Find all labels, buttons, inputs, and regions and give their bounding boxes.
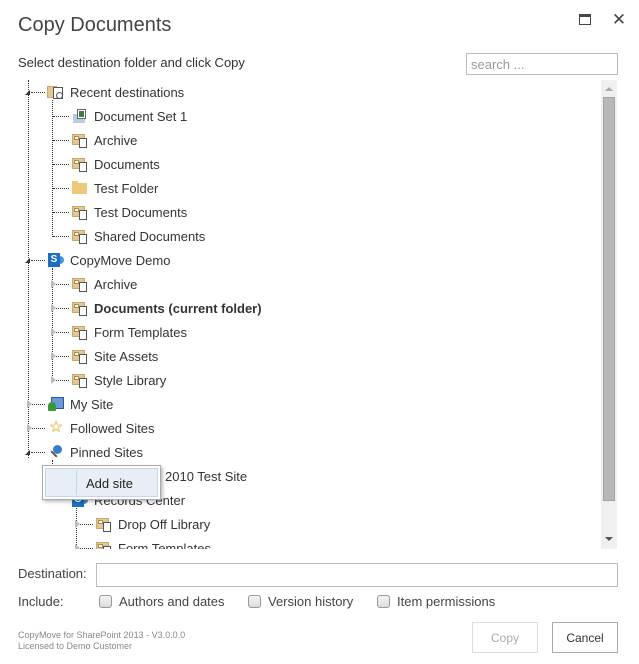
pin-icon (47, 444, 65, 460)
close-icon: ✕ (611, 10, 627, 29)
library-icon (71, 372, 89, 388)
tree-line (53, 236, 69, 237)
include-label: Include: (18, 594, 64, 609)
library-icon (71, 300, 89, 316)
scroll-up-arrow-icon[interactable] (605, 87, 613, 91)
collapse-toggle[interactable] (25, 258, 30, 263)
maximize-icon (579, 14, 591, 25)
tree-node-document-set-1[interactable]: Document Set 1 (71, 106, 187, 126)
tree-node-documents-recent[interactable]: Documents (71, 154, 160, 174)
product-version: CopyMove for SharePoint 2013 - V3.0.0.0 (18, 630, 186, 640)
library-icon (71, 324, 89, 340)
tree-line (56, 284, 69, 285)
tree-line (56, 380, 69, 381)
tree-node-archive[interactable]: Archive (71, 274, 137, 294)
cancel-button[interactable]: Cancel (552, 622, 618, 653)
maximize-button[interactable] (578, 12, 594, 28)
recent-destinations-icon (47, 84, 65, 100)
collapse-toggle[interactable] (25, 90, 30, 95)
tree-line (32, 404, 45, 405)
authors-and-dates-label[interactable]: Authors and dates (119, 594, 225, 609)
library-icon (71, 348, 89, 364)
tree-line (53, 188, 69, 189)
tree-node-form-templates-records[interactable]: Form Templates (95, 538, 211, 549)
library-icon (95, 540, 113, 549)
library-icon (71, 228, 89, 244)
tree-node-style-library[interactable]: Style Library (71, 370, 166, 390)
context-menu-item-add-site[interactable]: Add site (45, 468, 158, 497)
scroll-down-arrow-icon[interactable] (605, 537, 613, 541)
tree-line (31, 92, 45, 93)
library-icon (71, 276, 89, 292)
tree-node-my-site[interactable]: My Site (47, 394, 113, 414)
tree-line (53, 116, 69, 117)
tree-line (52, 100, 53, 237)
tree-line (56, 332, 69, 333)
tree-node-test-documents[interactable]: Test Documents (71, 202, 187, 222)
tree-node-test-folder[interactable]: Test Folder (71, 178, 158, 198)
instruction-text: Select destination folder and click Copy (18, 55, 245, 70)
add-site-label: Add site (86, 476, 133, 491)
tree-node-drop-off-library[interactable]: Drop Off Library (95, 514, 210, 534)
tree-node-site-assets[interactable]: Site Assets (71, 346, 158, 366)
tree-node-copymove-demo[interactable]: S CopyMove Demo (47, 250, 170, 270)
footer-info: CopyMove for SharePoint 2013 - V3.0.0.0 … (18, 630, 185, 652)
tree-line (76, 508, 77, 549)
menu-separator (76, 470, 77, 495)
tree-line (80, 548, 93, 549)
library-icon (71, 156, 89, 172)
dialog-title: Copy Documents (18, 14, 172, 36)
version-history-checkbox[interactable] (248, 595, 261, 608)
library-icon (71, 204, 89, 220)
tree-node-documents-current[interactable]: Documents (current folder) (71, 298, 262, 318)
tree-node-form-templates[interactable]: Form Templates (71, 322, 187, 342)
destination-label: Destination: (18, 566, 87, 581)
tree-line (31, 260, 45, 261)
tree-line (32, 428, 45, 429)
tree-line (56, 308, 69, 309)
context-menu: Add site (42, 465, 161, 500)
version-history-label[interactable]: Version history (268, 594, 353, 609)
item-permissions-label[interactable]: Item permissions (397, 594, 495, 609)
tree-line (53, 212, 69, 213)
sharepoint-site-icon: S (47, 252, 65, 268)
item-permissions-checkbox[interactable] (377, 595, 390, 608)
authors-and-dates-checkbox[interactable] (99, 595, 112, 608)
tree-node-pinned-sites[interactable]: Pinned Sites (47, 442, 143, 462)
my-site-icon (47, 396, 65, 412)
close-button[interactable]: ✕ (611, 10, 627, 29)
tree-line (53, 140, 69, 141)
tree-node-shared-documents[interactable]: Shared Documents (71, 226, 205, 246)
license-info: Licensed to Demo Customer (18, 641, 133, 651)
tree-line (31, 452, 45, 453)
tree-scrollbar[interactable] (601, 80, 617, 549)
library-icon (71, 132, 89, 148)
copy-button[interactable]: Copy (472, 622, 538, 653)
scrollbar-thumb[interactable] (603, 97, 615, 501)
star-icon: ☆ (48, 419, 64, 436)
collapse-toggle[interactable] (25, 450, 30, 455)
search-input[interactable] (466, 53, 618, 75)
library-icon (95, 516, 113, 532)
folder-icon (71, 180, 89, 196)
tree-node-recent-destinations[interactable]: Recent destinations (47, 82, 184, 102)
tree-line (53, 164, 69, 165)
tree-node-followed-sites[interactable]: ☆ Followed Sites (47, 418, 155, 438)
tree-node-archive-recent[interactable]: Archive (71, 130, 137, 150)
tree-line (80, 524, 93, 525)
destination-input[interactable] (96, 563, 618, 587)
tree-line (56, 356, 69, 357)
document-set-icon (71, 108, 89, 124)
